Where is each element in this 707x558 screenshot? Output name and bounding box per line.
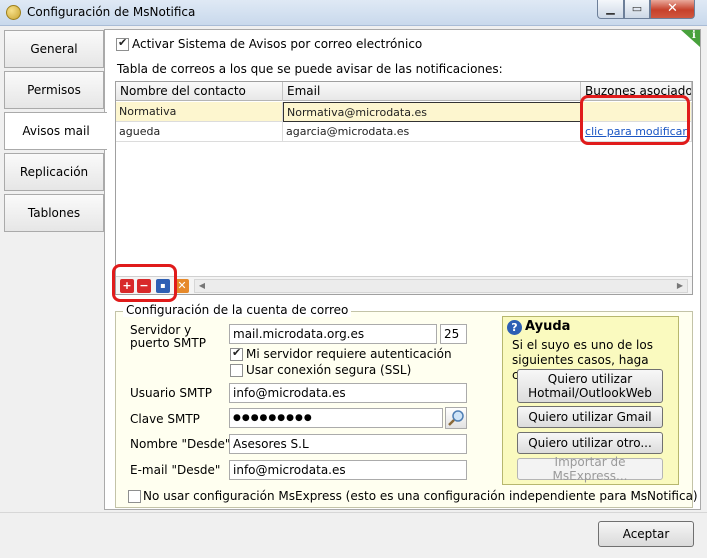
use-hotmail-label-1: Quiero utilizar [547,372,633,386]
tab-replicacion[interactable]: Replicación [4,153,104,191]
smtp-server-label-line2: puerto SMTP [130,336,206,350]
no-msexpress-label: No usar configuración MsExpress (esto es… [143,489,698,503]
column-header-email[interactable]: Email [283,82,581,101]
from-name-input[interactable]: Asesores S.L [229,434,467,454]
use-hotmail-label-2: Hotmail/OutlookWeb [528,386,652,400]
cancel-edit-button[interactable]: ✕ [175,279,189,293]
activate-mail-checkbox[interactable] [116,36,129,51]
smtp-user-input[interactable]: info@microdata.es [229,383,467,403]
window-title: Configuración de MsNotifica [27,5,196,19]
accept-button[interactable]: Aceptar [598,521,694,547]
horizontal-scrollbar[interactable]: ◀ ▶ [194,279,688,293]
mail-account-group-title: Configuración de la cuenta de correo [123,303,352,317]
cell-nombre[interactable]: agueda [116,122,283,142]
tab-tablones[interactable]: Tablones [4,194,104,232]
cell-email[interactable]: agarcia@microdata.es [283,122,581,142]
smtp-server-label-line1: Servidor y [130,323,192,337]
from-email-input[interactable]: info@microdata.es [229,460,467,480]
no-msexpress-checkbox[interactable] [128,490,141,503]
help-title: Ayuda [525,319,571,334]
smtp-user-label: Usuario SMTP [130,386,212,400]
smtp-server-input[interactable]: mail.microdata.org.es [229,324,437,344]
magnifier-icon [448,410,464,426]
ssl-label: Usar conexión segura (SSL) [246,363,412,377]
app-icon [6,5,21,20]
auth-required-checkbox[interactable] [230,346,243,361]
maximize-button[interactable]: ▭ [624,0,650,19]
use-hotmail-button[interactable]: Quiero utilizar Hotmail/OutlookWeb [517,369,663,403]
annotation-highlight-mailboxes [580,95,690,145]
cell-email-editing[interactable]: Normativa@microdata.es [283,102,581,122]
column-header-nombre[interactable]: Nombre del contacto [116,82,283,101]
show-password-button[interactable] [445,407,467,429]
smtp-password-label: Clave SMTP [130,412,200,426]
smtp-password-input[interactable]: ●●●●●●●●● [229,408,443,428]
import-msexpress-button: Importar de MsExpress... [517,455,663,483]
ssl-checkbox[interactable] [230,364,243,377]
info-glyph: i [692,30,696,41]
minimize-button[interactable]: ▁ [597,0,624,19]
activate-mail-label: Activar Sistema de Avisos por correo ele… [132,37,423,51]
annotation-highlight-toolbar [112,264,177,302]
tab-avisos-mail[interactable]: Avisos mail [4,112,107,150]
configuracion-window: Configuración de MsNotifica ▁ ▭ ✕ Genera… [0,0,707,558]
table-toolbar: + − ▪ ✕ ◀ ▶ [116,276,692,294]
scroll-left-icon[interactable]: ◀ [195,280,209,292]
auth-required-label: Mi servidor requiere autenticación [246,347,452,361]
help-icon: ? [507,320,522,335]
tab-strip: General Permisos Avisos mail Replicación… [4,30,107,510]
from-name-label: Nombre "Desde" [130,437,231,451]
close-button[interactable]: ✕ [650,0,695,19]
use-gmail-button[interactable]: Quiero utilizar Gmail [517,406,663,428]
tab-permisos[interactable]: Permisos [4,71,104,109]
scroll-right-icon[interactable]: ▶ [673,280,687,292]
use-other-button[interactable]: Quiero utilizar otro... [517,432,663,454]
tab-general[interactable]: General [4,30,104,68]
table-caption: Tabla de correos a los que se puede avis… [117,62,503,76]
smtp-port-input[interactable]: 25 [440,324,467,344]
cell-nombre[interactable]: Normativa [116,102,283,122]
from-email-label: E-mail "Desde" [130,463,221,477]
